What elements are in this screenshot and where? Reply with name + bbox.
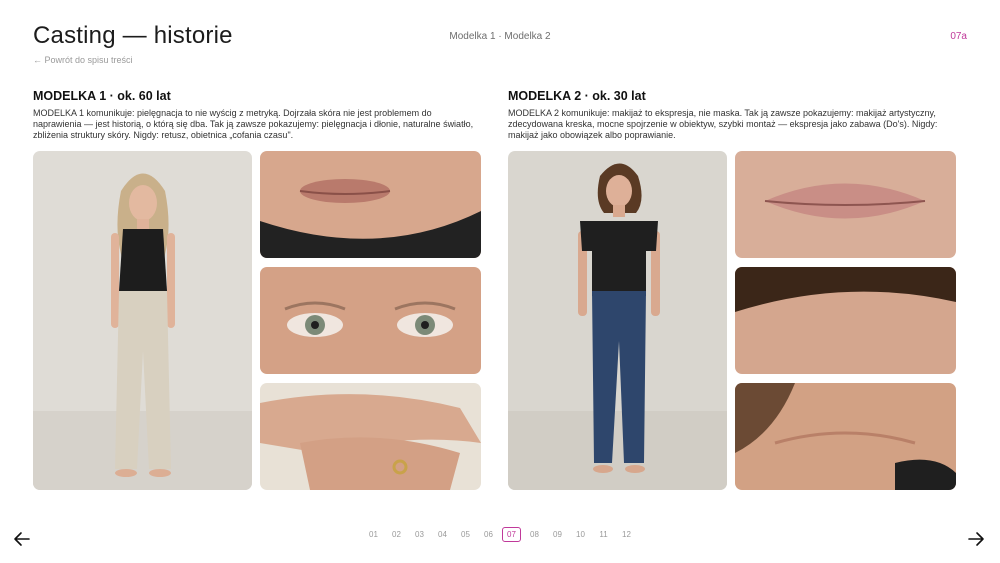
model1-lips-closeup [260,151,481,258]
model2-forehead-closeup [735,267,956,374]
model2-gallery [508,151,956,490]
back-to-contents-link[interactable]: ← Powrót do spisu treści [33,55,133,65]
page-02-button[interactable]: 02 [387,527,406,542]
model1-description: MODELKA 1 komunikuje: pielęgnacja to nie… [33,108,474,140]
model2-full-body-photo [508,151,727,490]
page-07-button[interactable]: 07 [502,527,521,542]
page-09-button[interactable]: 09 [548,527,567,542]
model1-full-body-photo [33,151,252,490]
section-breadcrumb: Modelka 1 · Modelka 2 [449,31,551,42]
page-04-button[interactable]: 04 [433,527,452,542]
model1-eyes-closeup [260,267,481,374]
page-05-button[interactable]: 05 [456,527,475,542]
page-03-button[interactable]: 03 [410,527,429,542]
model1-hands-closeup [260,383,481,490]
model2-section: MODELKA 2 · ok. 30 lat MODELKA 2 komunik… [508,89,956,141]
model2-description: MODELKA 2 komunikuje: makijaż to ekspres… [508,108,938,140]
page-12-button[interactable]: 12 [617,527,636,542]
pagination: 01 02 03 04 05 06 07 08 09 10 11 12 [0,527,1000,542]
arrow-left-icon[interactable] [13,530,31,548]
page-06-button[interactable]: 06 [479,527,498,542]
model1-heading: MODELKA 1 · ok. 60 lat [33,89,171,103]
model1-section: MODELKA 1 · ok. 60 lat MODELKA 1 komunik… [33,89,481,141]
page-01-button[interactable]: 01 [364,527,383,542]
page-08-button[interactable]: 08 [525,527,544,542]
model1-gallery [33,151,481,490]
model2-heading: MODELKA 2 · ok. 30 lat [508,89,646,103]
slide-code: 07a [950,31,967,42]
page-11-button[interactable]: 11 [594,527,613,542]
arrow-right-icon[interactable] [967,530,985,548]
model2-collarbone-closeup [735,383,956,490]
model2-lips-closeup [735,151,956,258]
page-10-button[interactable]: 10 [571,527,590,542]
